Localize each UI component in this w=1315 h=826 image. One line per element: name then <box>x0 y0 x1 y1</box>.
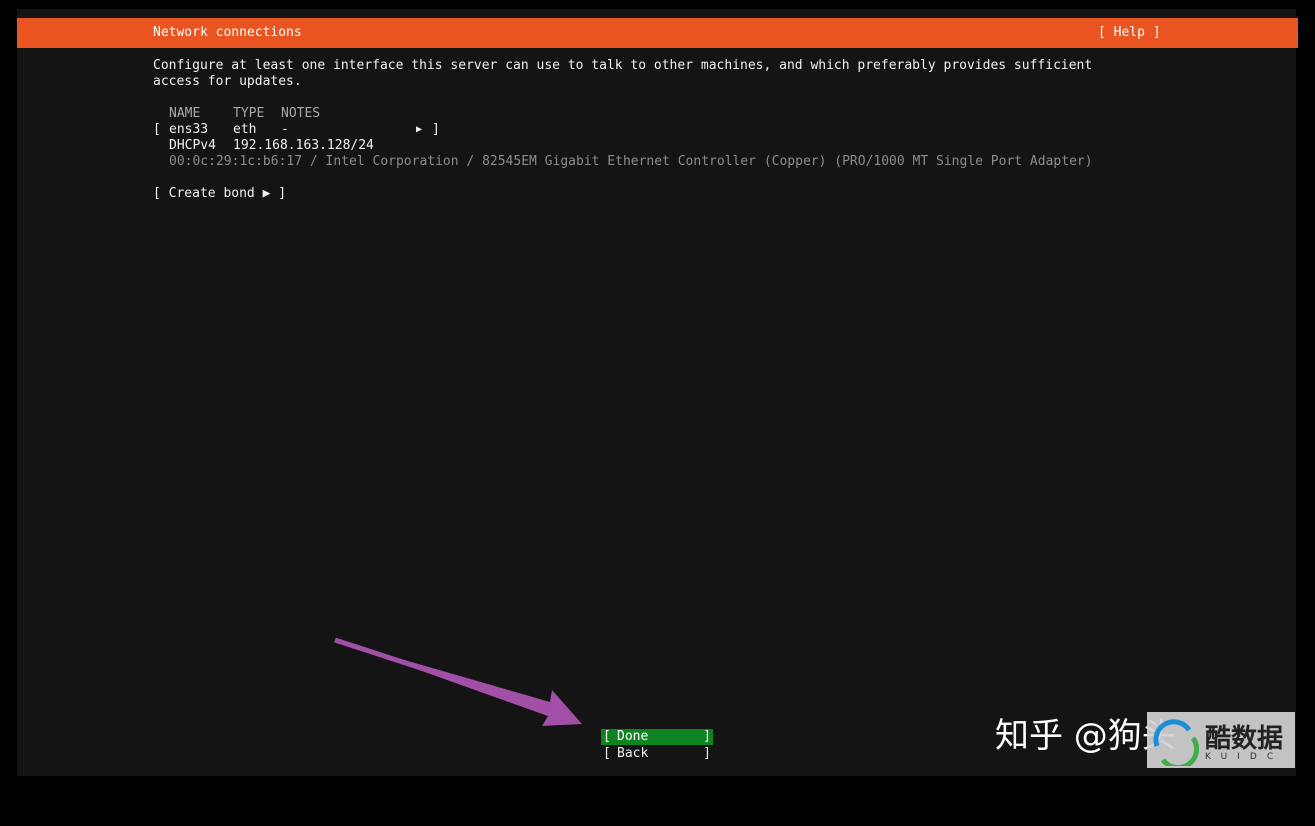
done-button[interactable]: [ Done ] <box>601 729 713 745</box>
interface-details: 00:0c:29:1c:b6:17 / Intel Corporation / … <box>169 154 1093 169</box>
chevron-right-icon: ▶ <box>416 124 423 135</box>
installer-screen: Network connections [ Help ] Configure a… <box>17 9 1298 776</box>
row-bracket-left: [ <box>153 122 161 137</box>
back-label: Back <box>617 746 649 761</box>
create-bond-label: Create bond ▶ <box>168 186 271 201</box>
logo-subtext: KUIDC <box>1205 752 1284 762</box>
interface-type: eth <box>233 122 257 137</box>
create-bond-button[interactable]: [ Create bond ▶ ] <box>153 186 286 202</box>
column-header-name: NAME <box>169 106 201 121</box>
interface-name: ens33 <box>169 122 209 137</box>
interface-notes: - <box>281 122 289 137</box>
logo-text: 酷数据 <box>1205 724 1284 754</box>
intro-line-2: access for updates. <box>153 74 302 89</box>
annotation-arrow-icon <box>334 637 582 726</box>
page-title: Network connections <box>153 25 302 40</box>
ip-address: 192.168.163.128/24 <box>233 138 374 153</box>
column-header-type: TYPE <box>233 106 265 121</box>
logo: 酷数据 KUIDC <box>1147 712 1295 768</box>
help-button[interactable]: [ Help ] <box>1098 25 1161 40</box>
column-header-notes: NOTES <box>281 106 321 121</box>
logo-swirl-icon <box>1153 719 1199 766</box>
intro-line-1: Configure at least one interface this se… <box>153 58 1093 73</box>
header-bar: Network connections [ Help ] <box>17 18 1298 48</box>
dhcp-label: DHCPv4 <box>169 138 216 153</box>
done-label: Done <box>617 729 649 744</box>
back-button[interactable]: [ Back ] <box>601 746 713 762</box>
row-bracket-right: ] <box>432 122 440 137</box>
